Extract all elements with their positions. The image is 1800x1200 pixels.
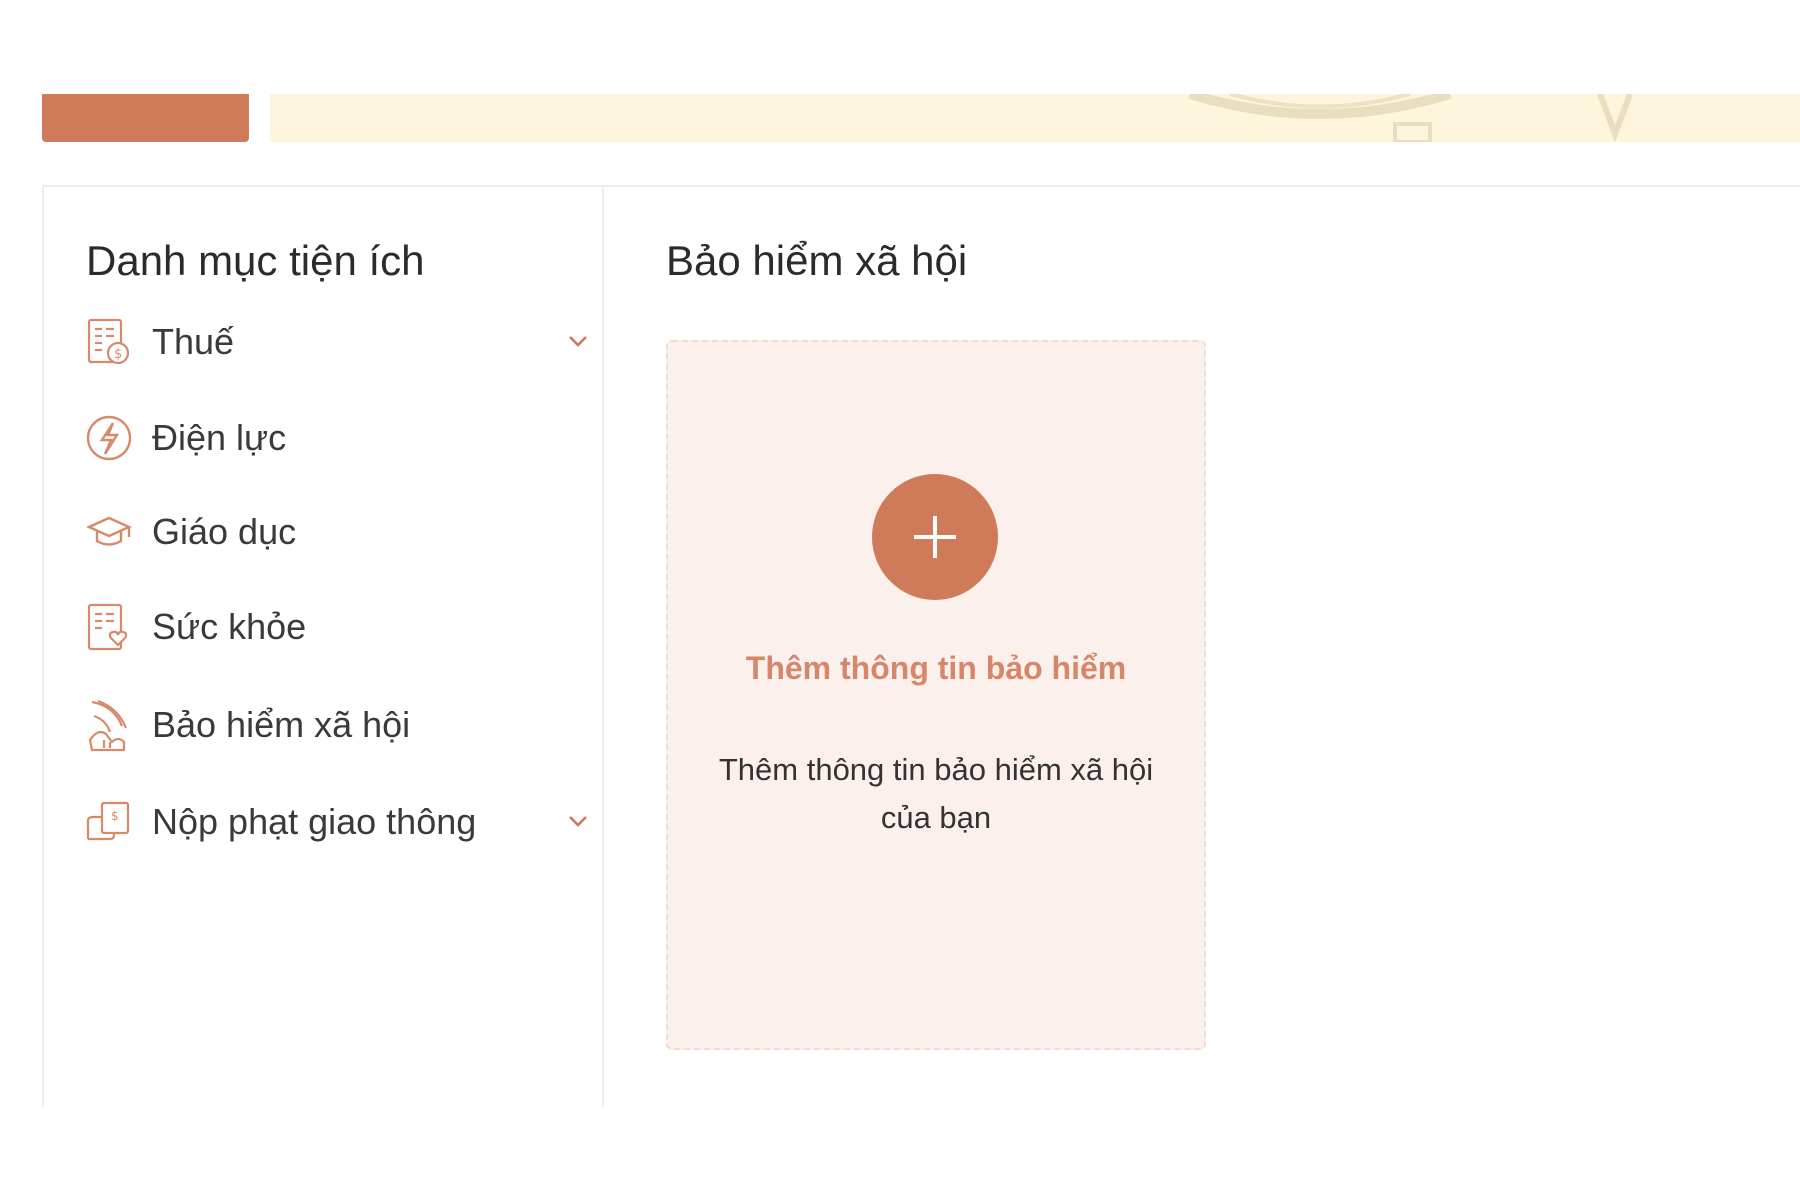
- sidebar-item-label: Sức khỏe: [152, 606, 307, 647]
- health-record-icon: [84, 602, 134, 652]
- sidebar-item-education[interactable]: Giáo dục: [84, 497, 594, 567]
- svg-text:$: $: [114, 347, 122, 362]
- banner-decoration: [1188, 94, 1633, 142]
- svg-text:$: $: [111, 809, 119, 823]
- chevron-down-icon[interactable]: [564, 807, 592, 835]
- add-button[interactable]: [872, 474, 998, 600]
- sidebar-item-label: Bảo hiểm xã hội: [152, 704, 411, 745]
- sidebar-item-tax[interactable]: $ Thuế: [84, 307, 594, 377]
- plus-icon: [914, 516, 956, 558]
- tax-document-icon: $: [84, 317, 134, 367]
- chevron-down-icon[interactable]: [564, 327, 592, 355]
- sidebar-item-health[interactable]: Sức khỏe: [84, 592, 594, 662]
- sidebar-item-label: Nộp phạt giao thông: [152, 801, 477, 842]
- graduation-cap-icon: [84, 507, 134, 557]
- sidebar-item-traffic-fine[interactable]: $ Nộp phạt giao thông: [84, 787, 594, 857]
- add-insurance-card[interactable]: Thêm thông tin bảo hiểm Thêm thông tin b…: [666, 340, 1206, 1050]
- add-card-heading: Thêm thông tin bảo hiểm: [745, 650, 1127, 686]
- sidebar-item-electricity[interactable]: Điện lực: [84, 403, 594, 473]
- sidebar: Danh mục tiện ích $ Thuế Điện lực Giáo d…: [44, 187, 604, 1107]
- sidebar-item-label: Điện lực: [152, 417, 287, 458]
- social-insurance-icon: [84, 699, 134, 752]
- header-tab[interactable]: [42, 94, 249, 142]
- page-title: Bảo hiểm xã hội: [666, 237, 968, 284]
- sidebar-title: Danh mục tiện ích: [86, 237, 425, 284]
- traffic-fine-icon: $: [84, 797, 134, 847]
- sidebar-item-label: Giáo dục: [152, 511, 297, 552]
- main-frame: Danh mục tiện ích $ Thuế Điện lực Giáo d…: [42, 185, 1800, 1107]
- header-banner: [270, 94, 1800, 142]
- add-card-description: Thêm thông tin bảo hiểm xã hội của bạn: [718, 752, 1154, 835]
- lightning-icon: [84, 413, 134, 463]
- sidebar-item-social-insurance[interactable]: Bảo hiểm xã hội: [84, 690, 594, 760]
- sidebar-item-label: Thuế: [152, 321, 235, 362]
